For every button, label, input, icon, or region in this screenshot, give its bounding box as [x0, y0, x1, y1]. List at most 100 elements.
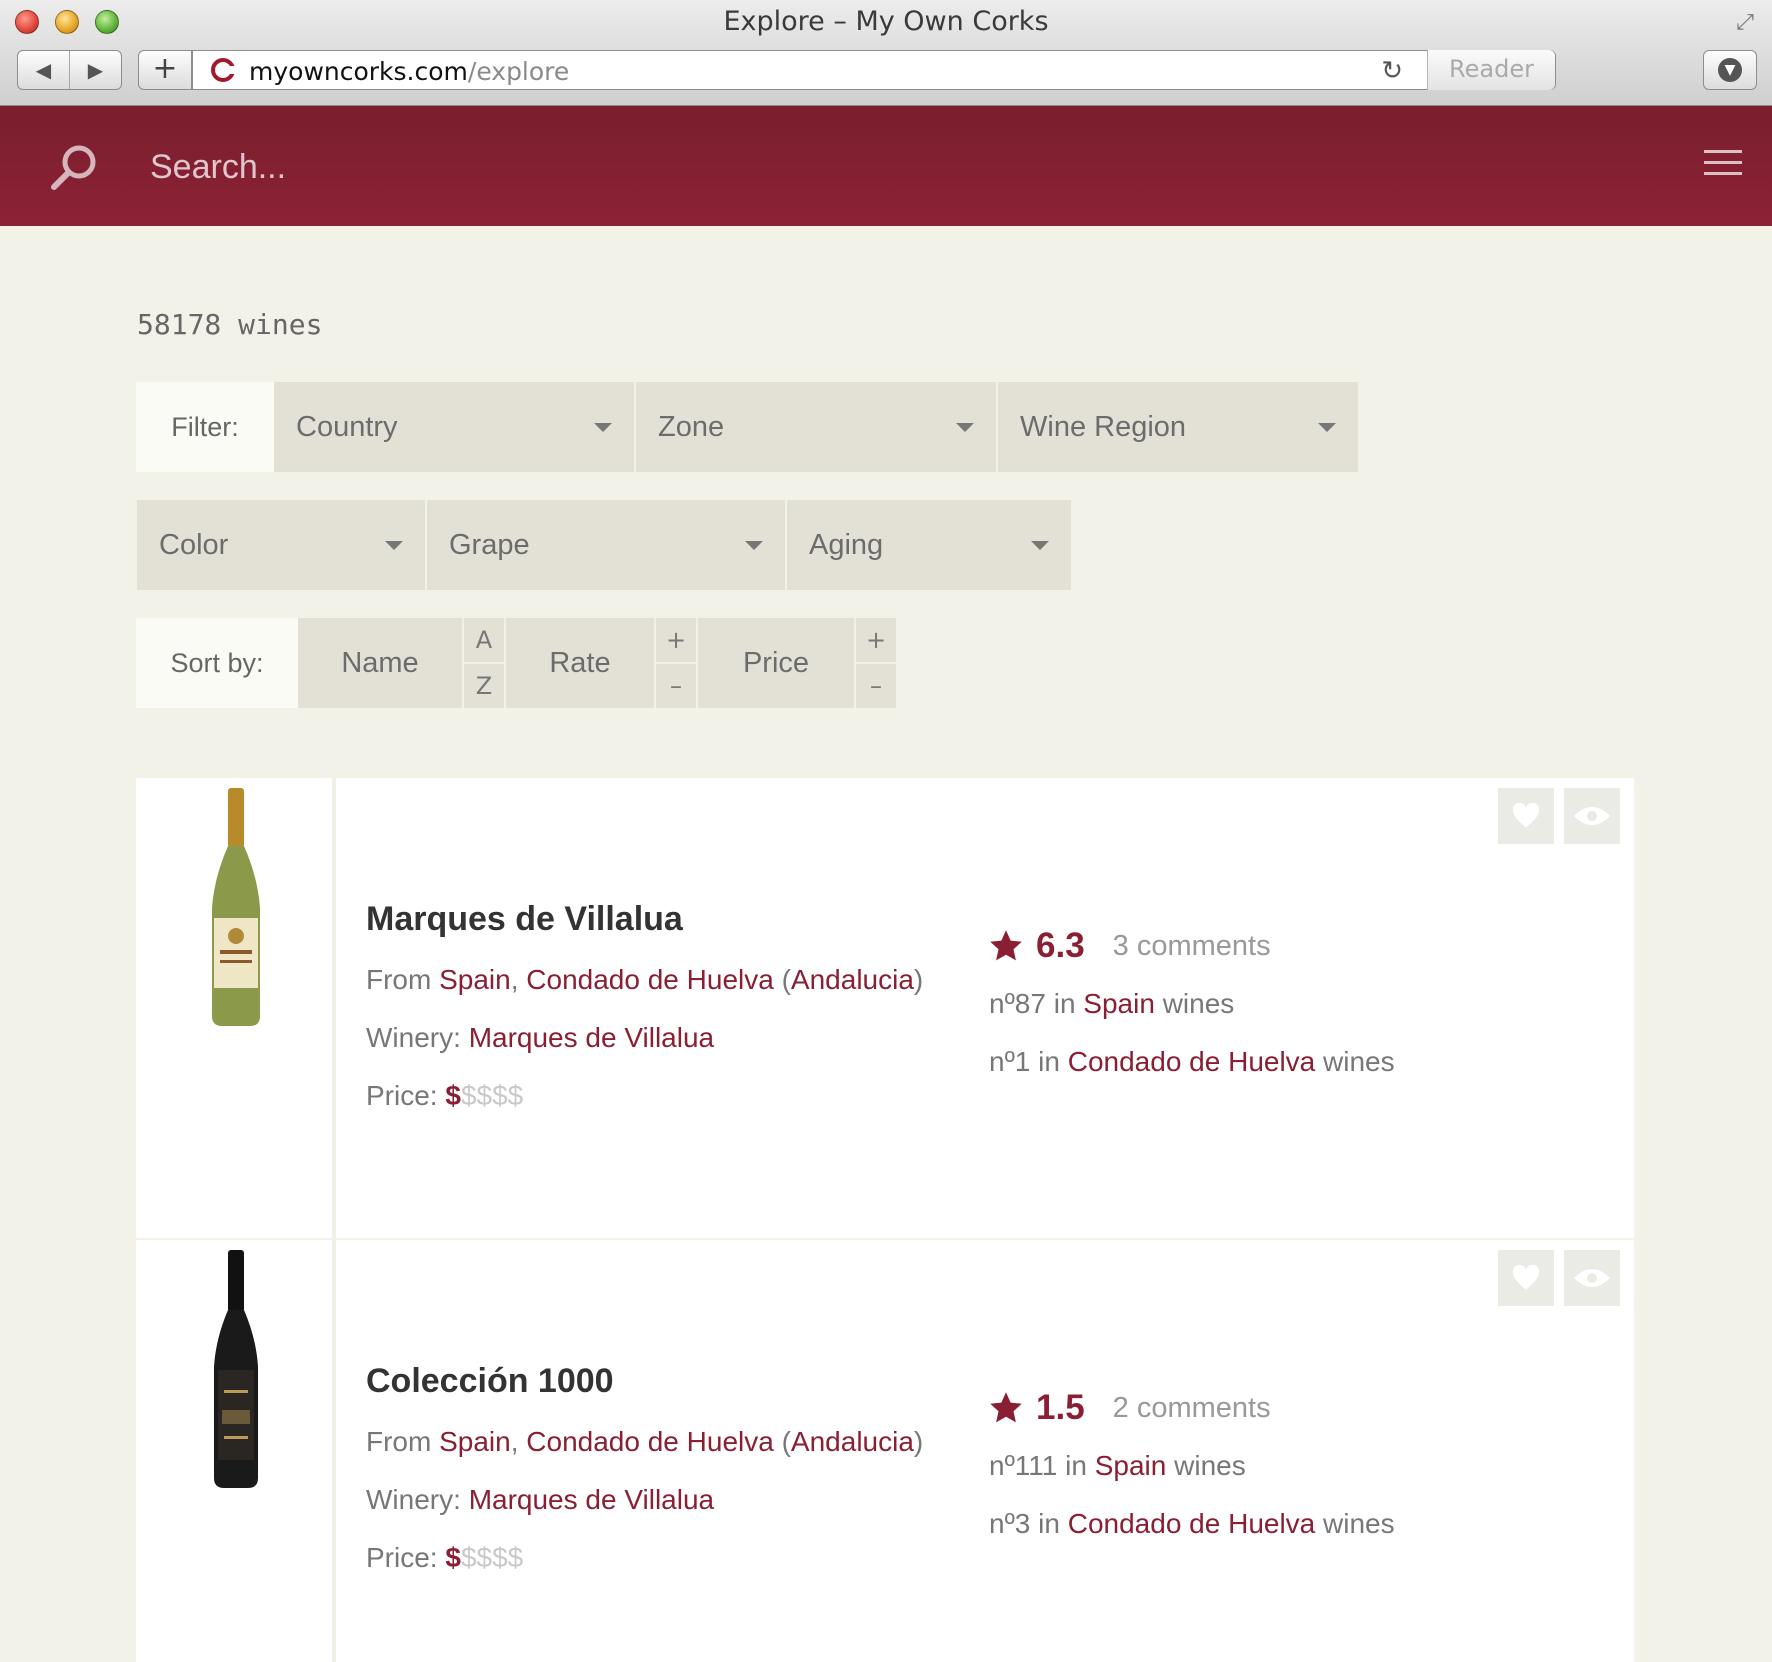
rank-country-link[interactable]: Spain: [1095, 1450, 1167, 1481]
wine-origin: From Spain, Condado de Huelva (Andalucia…: [366, 1426, 924, 1457]
heart-icon: [1513, 1265, 1539, 1290]
chevron-down-icon: [956, 422, 974, 432]
fullscreen-icon[interactable]: ⤢: [1732, 10, 1758, 36]
wine-winery: Winery: Marques de Villalua: [366, 1484, 714, 1516]
sort-price-desc-button[interactable]: –: [854, 662, 896, 708]
comments-link[interactable]: 3 comments: [1113, 930, 1271, 963]
forward-arrow-icon: ▶: [87, 58, 104, 82]
wine-region-dropdown-label: Wine Region: [1020, 410, 1187, 443]
country-dropdown[interactable]: Country: [274, 382, 634, 472]
region-link[interactable]: Condado de Huelva: [526, 964, 774, 995]
wine-winery: Winery: Marques de Villalua: [366, 1022, 714, 1054]
sort-rate-desc-button[interactable]: –: [654, 662, 696, 708]
hamburger-menu-icon[interactable]: [1704, 150, 1742, 180]
sort-rate-asc-button[interactable]: +: [654, 618, 696, 662]
rank-region-link[interactable]: Condado de Huelva: [1068, 1508, 1316, 1539]
price-level-inactive: $$$$: [460, 1542, 524, 1573]
window-title: Explore – My Own Corks: [723, 6, 1049, 37]
wine-thumbnail-column: [136, 1240, 336, 1662]
from-label: From: [366, 964, 432, 995]
chevron-down-icon: [385, 540, 403, 550]
star-icon: [990, 930, 1022, 961]
url-host: myowncorks.com: [249, 57, 468, 86]
wine-rating: 6.3 3 comments: [988, 926, 1271, 966]
region-link[interactable]: Condado de Huelva: [526, 1426, 774, 1457]
rank-country-prefix: nº111 in: [989, 1450, 1087, 1481]
reader-button[interactable]: Reader: [1427, 50, 1555, 90]
reload-icon[interactable]: ↻: [1381, 56, 1403, 86]
price-level-inactive: $$$$: [460, 1080, 524, 1111]
wine-price: Price: $$$$$: [366, 1080, 523, 1112]
forward-button[interactable]: ▶: [69, 51, 121, 89]
wine-origin: From Spain, Condado de Huelva (Andalucia…: [366, 964, 924, 995]
rank-suffix: wines: [1323, 1508, 1395, 1539]
new-tab-button[interactable]: +: [138, 50, 192, 90]
sort-rate-button[interactable]: Rate: [506, 618, 654, 708]
sort-name-direction: A Z: [462, 618, 504, 708]
rank-in-region: nº1 in Condado de Huelva wines: [989, 1046, 1395, 1078]
aging-dropdown[interactable]: Aging: [787, 500, 1071, 590]
chevron-down-icon: [1031, 540, 1049, 550]
country-link[interactable]: Spain: [439, 964, 511, 995]
sort-price-asc-button[interactable]: +: [854, 618, 896, 662]
sort-name-desc-button[interactable]: Z: [462, 662, 504, 708]
rank-region-link[interactable]: Condado de Huelva: [1068, 1046, 1316, 1077]
winery-label: Winery:: [366, 1022, 461, 1053]
zone-dropdown[interactable]: Zone: [636, 382, 996, 472]
favorite-button[interactable]: [1498, 788, 1554, 844]
wine-name[interactable]: Colección 1000: [366, 1362, 614, 1401]
rank-in-country: nº87 in Spain wines: [989, 988, 1234, 1020]
sort-name-button[interactable]: Name: [298, 618, 462, 708]
wine-region-dropdown[interactable]: Wine Region: [998, 382, 1358, 472]
country-link[interactable]: Spain: [439, 1426, 511, 1457]
country-dropdown-label: Country: [296, 410, 398, 443]
rank-country-prefix: nº87 in: [989, 988, 1076, 1019]
back-button[interactable]: ◀: [18, 51, 69, 89]
favorite-button[interactable]: [1498, 1250, 1554, 1306]
color-dropdown[interactable]: Color: [137, 500, 425, 590]
winery-link[interactable]: Marques de Villalua: [469, 1022, 714, 1053]
grape-dropdown-label: Grape: [449, 528, 530, 561]
sort-label: Sort by:: [136, 618, 298, 708]
rating-value: 6.3: [1036, 926, 1085, 965]
price-label: Price:: [366, 1542, 438, 1573]
sort-rate-direction: + –: [654, 618, 696, 708]
grape-dropdown[interactable]: Grape: [427, 500, 785, 590]
wine-bottle-image[interactable]: [204, 788, 268, 1028]
rank-suffix: wines: [1162, 988, 1235, 1019]
plus-icon: +: [152, 51, 178, 86]
wine-name[interactable]: Marques de Villalua: [366, 900, 683, 939]
wine-card: Marques de Villalua From Spain, Condado …: [136, 778, 1634, 1238]
star-icon: [990, 1392, 1022, 1423]
address-bar[interactable]: myowncorks.com/explore ↻ Reader: [192, 50, 1556, 90]
sort-name-asc-button[interactable]: A: [462, 618, 504, 662]
area-link[interactable]: Andalucia: [791, 1426, 914, 1457]
area-link[interactable]: Andalucia: [791, 964, 914, 995]
price-label: Price:: [366, 1080, 438, 1111]
chevron-down-icon: [745, 540, 763, 550]
rank-suffix: wines: [1323, 1046, 1395, 1077]
winery-link[interactable]: Marques de Villalua: [469, 1484, 714, 1515]
color-dropdown-label: Color: [159, 528, 229, 561]
winery-label: Winery:: [366, 1484, 461, 1515]
watch-button[interactable]: [1564, 788, 1620, 844]
filter-row-location: Filter: Country Zone Wine Region: [136, 382, 1360, 472]
rank-country-link[interactable]: Spain: [1083, 988, 1155, 1019]
url-text[interactable]: myowncorks.com/explore: [249, 57, 569, 86]
url-path: /explore: [467, 57, 570, 86]
sort-price-button[interactable]: Price: [698, 618, 854, 708]
rank-in-region: nº3 in Condado de Huelva wines: [989, 1508, 1395, 1540]
comments-link[interactable]: 2 comments: [1113, 1392, 1271, 1425]
wine-bottle-image[interactable]: [204, 1250, 268, 1490]
search-input[interactable]: Search...: [150, 148, 286, 187]
watch-button[interactable]: [1564, 1250, 1620, 1306]
zone-dropdown-label: Zone: [658, 410, 725, 443]
rating-value: 1.5: [1036, 1388, 1085, 1427]
search-icon[interactable]: [48, 142, 100, 194]
downloads-button[interactable]: ▼: [1703, 50, 1757, 90]
results-count: 58178 wines: [137, 308, 323, 341]
sort-price-direction: + –: [854, 618, 896, 708]
back-arrow-icon: ◀: [35, 58, 52, 82]
price-level-active: $: [445, 1542, 461, 1573]
rank-region-prefix: nº1 in: [989, 1046, 1060, 1077]
